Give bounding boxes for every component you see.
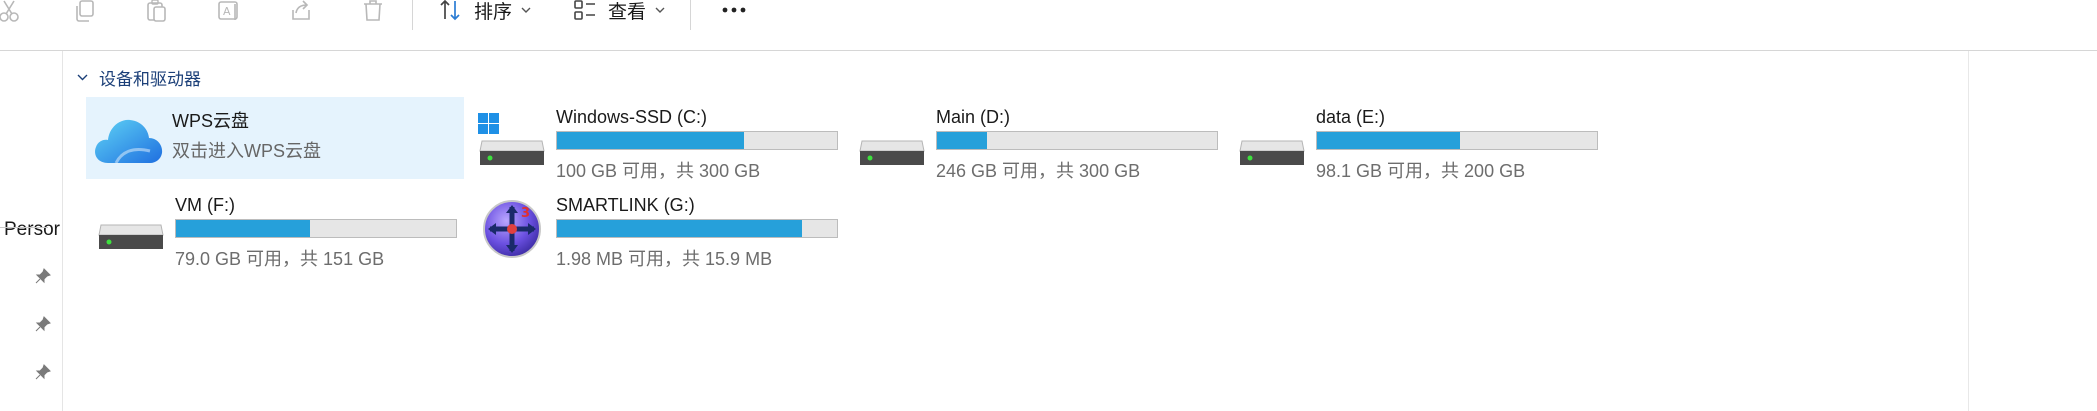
drive-usage-fill (1317, 132, 1460, 149)
chevron-down-icon (77, 74, 88, 81)
more-options-button[interactable] (714, 0, 754, 26)
drive-tile-f[interactable]: VM (F:) 79.0 GB 可用，共 151 GB (89, 185, 467, 269)
drive-usage-fill (557, 132, 744, 149)
chevron-down-icon (655, 7, 665, 13)
drive-tile-c[interactable]: Windows-SSD (C:) 100 GB 可用，共 300 GB (470, 97, 848, 181)
command-bar: A 排序 查看 (0, 0, 2097, 51)
more-icon (722, 7, 746, 13)
drive-free-space: 98.1 GB 可用，共 200 GB (1316, 161, 1526, 181)
paste-icon[interactable] (140, 0, 174, 28)
sort-button[interactable]: 排序 (438, 0, 532, 26)
pin-icon[interactable] (34, 315, 52, 333)
sort-icon (440, 0, 460, 21)
drive-subtitle: 双击进入WPS云盘 (172, 141, 322, 161)
view-button[interactable]: 查看 (572, 0, 666, 26)
toolbar-separator (412, 0, 413, 30)
drive-name: VM (F:) (175, 195, 235, 215)
smartlink-icon: 3 (483, 200, 541, 258)
svg-text:3: 3 (521, 206, 530, 221)
drive-name: Windows-SSD (C:) (556, 107, 708, 127)
drive-tile-g[interactable]: 3 SMARTLINK (G:) 1.98 MB 可用，共 15.9 MB (470, 185, 848, 269)
group-header-devices[interactable]: 设备和驱动器 (76, 65, 201, 90)
details-pane (1968, 51, 2097, 411)
copy-icon[interactable] (68, 0, 102, 28)
hard-drive-icon (1239, 140, 1305, 165)
view-label: 查看 (608, 1, 647, 23)
hard-drive-icon (98, 224, 164, 249)
rename-icon[interactable]: A (212, 0, 246, 28)
drive-name: WPS云盘 (172, 111, 250, 131)
drive-usage-bar (556, 219, 838, 238)
group-title: 设备和驱动器 (99, 70, 201, 89)
drive-tile-d[interactable]: Main (D:) 246 GB 可用，共 300 GB (850, 97, 1228, 181)
devices-and-drives-view: 设备和驱动器 WPS云盘 双击进入WPS云盘 Windows-SSD (C:) … (63, 51, 1968, 411)
drive-usage-bar (936, 131, 1218, 150)
drive-free-space: 100 GB 可用，共 300 GB (556, 161, 761, 181)
navigation-pane: Persor (0, 51, 63, 411)
drive-usage-bar (556, 131, 838, 150)
pin-icon[interactable] (34, 267, 52, 285)
drive-free-space: 246 GB 可用，共 300 GB (936, 161, 1141, 181)
nav-divider (0, 227, 48, 228)
drive-usage-bar (1316, 131, 1598, 150)
pin-icon[interactable] (34, 363, 52, 381)
drive-free-space: 79.0 GB 可用，共 151 GB (175, 249, 385, 269)
drive-usage-fill (176, 220, 310, 237)
windows-drive-icon (478, 113, 545, 165)
drive-usage-fill (557, 220, 802, 237)
share-icon[interactable] (284, 0, 318, 28)
hard-drive-icon (859, 140, 925, 165)
drive-usage-fill (937, 132, 988, 149)
drive-usage-bar (175, 219, 457, 238)
nav-item-personal[interactable]: Persor (4, 219, 60, 241)
chevron-down-icon (521, 7, 531, 13)
svg-text:A: A (223, 5, 231, 18)
view-icon (574, 0, 595, 20)
drive-free-space: 1.98 MB 可用，共 15.9 MB (556, 249, 773, 269)
drive-name: SMARTLINK (G:) (556, 195, 695, 215)
cut-icon[interactable] (0, 0, 26, 28)
toolbar-separator (690, 0, 691, 30)
drive-name: Main (D:) (936, 107, 1011, 127)
drive-name: data (E:) (1316, 107, 1386, 127)
drive-tile-e[interactable]: data (E:) 98.1 GB 可用，共 200 GB (1230, 97, 1608, 181)
wps-cloud-icon (95, 119, 163, 164)
sort-label: 排序 (474, 1, 513, 23)
drive-tile-wps-cloud[interactable]: WPS云盘 双击进入WPS云盘 (86, 97, 464, 179)
delete-icon[interactable] (356, 0, 390, 28)
